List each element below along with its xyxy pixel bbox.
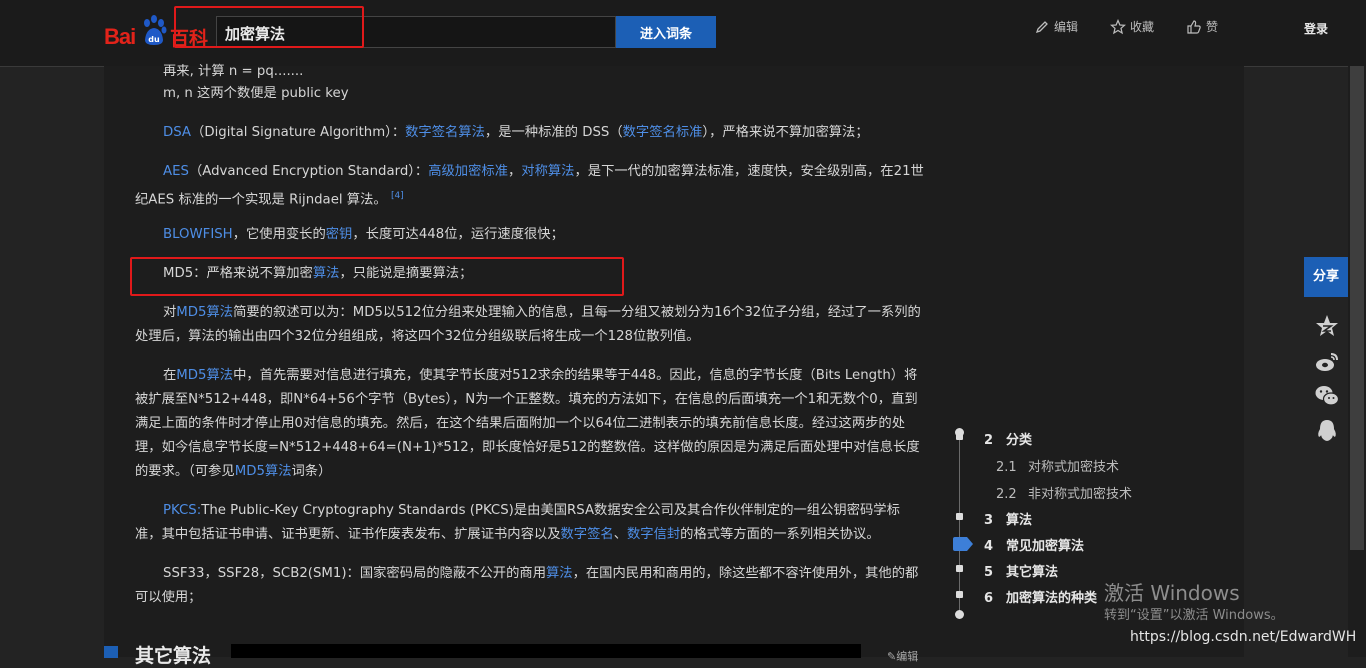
like-action[interactable]: 赞 xyxy=(1186,18,1218,35)
qzone-star-icon[interactable] xyxy=(1314,313,1340,339)
toc-end-dot xyxy=(955,610,964,619)
star-icon xyxy=(1110,18,1126,34)
edit-label: 编辑 xyxy=(1054,20,1079,34)
toc-dot xyxy=(956,433,963,440)
qq-penguin-icon[interactable] xyxy=(1314,418,1340,444)
section-edit-link[interactable]: ✎编辑 xyxy=(887,648,918,664)
toc-item-3[interactable]: 3 算法 xyxy=(984,509,1032,528)
scrollbar-thumb[interactable] xyxy=(1350,66,1364,550)
edit-action[interactable]: 编辑 xyxy=(1034,18,1078,35)
toc-dot xyxy=(956,591,963,598)
favorite-action[interactable]: 收藏 xyxy=(1110,18,1154,35)
enter-entry-button[interactable]: 进入词条 xyxy=(616,16,716,48)
toc-item-5[interactable]: 5 其它算法 xyxy=(984,561,1058,580)
link-digital-envelope[interactable]: 数字信封 xyxy=(627,527,680,542)
toc-item-4[interactable]: 4 常见加密算法 xyxy=(984,535,1084,554)
wechat-icon[interactable] xyxy=(1314,383,1340,409)
paragraph-md5-description: 对MD5算法简要的叙述可以为：MD5以512位分组来处理输入的信息，且每一分组又… xyxy=(135,305,921,344)
paragraph-aes: AES（Advanced Encryption Standard）：高级加密标准… xyxy=(135,164,924,208)
share-button[interactable]: 分享 xyxy=(1304,257,1348,297)
link-digital-signature[interactable]: 数字签名 xyxy=(561,527,614,542)
link-advanced-encryption-standard[interactable]: 高级加密标准 xyxy=(428,164,508,179)
weibo-icon[interactable] xyxy=(1314,349,1340,375)
windows-activation-watermark: 激活 Windows xyxy=(1104,581,1240,605)
paragraph-ssf: SSF33，SSF28，SCB2(SM1)：国家密码局的隐蔽不公开的商用算法，在… xyxy=(135,566,919,605)
toc-track xyxy=(959,432,960,614)
link-algorithm[interactable]: 算法 xyxy=(546,566,573,581)
link-md5-algorithm-ref[interactable]: MD5算法 xyxy=(235,464,292,479)
toc-item-2-2[interactable]: 2.2 非对称式加密技术 xyxy=(996,483,1132,502)
logo-text-bai: Bai xyxy=(104,24,136,49)
toc-item-2-1[interactable]: 2.1 对称式加密技术 xyxy=(996,456,1119,475)
link-dsa[interactable]: DSA xyxy=(163,125,191,140)
svg-text:du: du xyxy=(148,35,160,44)
article-content: 再来, 计算 n = pq....... m, n 这两个数便是 public … xyxy=(104,64,1244,667)
paragraph-pkcs: PKCS:The Public-Key Cryptography Standar… xyxy=(135,503,900,542)
toc-item-6[interactable]: 6 加密算法的种类 xyxy=(984,587,1097,606)
paw-logo-icon: du xyxy=(144,15,167,45)
like-label: 赞 xyxy=(1206,20,1219,34)
toc-dot xyxy=(956,565,963,572)
citation-4[interactable]: [4] xyxy=(391,191,404,201)
csdn-watermark: https://blog.csdn.net/EdwardWH xyxy=(1130,629,1357,645)
highlight-box-search xyxy=(174,6,364,48)
link-symmetric-algorithm[interactable]: 对称算法 xyxy=(521,164,574,179)
link-digital-signature-standard[interactable]: 数字签名标准 xyxy=(623,125,703,140)
paragraph-blowfish: BLOWFISH，它使用变长的密钥，长度可达448位，运行速度很快； xyxy=(163,227,564,242)
favorite-label: 收藏 xyxy=(1130,20,1155,34)
windows-activation-hint: 转到“设置”以激活 Windows。 xyxy=(1104,608,1284,623)
text-line: 再来, 计算 n = pq....... xyxy=(163,64,304,79)
top-header: Bai du 百科 进入词条 编辑 收藏 赞 登录 xyxy=(0,0,1366,67)
paragraph-dsa: DSA（Digital Signature Algorithm）：数字签名算法，… xyxy=(163,125,869,140)
link-key[interactable]: 密钥 xyxy=(326,227,353,242)
paragraph-md5-padding: 在MD5算法中，首先需要对信息进行填充，使其字节长度对512求余的结果等于448… xyxy=(135,368,920,479)
link-digital-signature-algorithm[interactable]: 数字签名算法 xyxy=(405,125,485,140)
highlight-box-md5 xyxy=(130,257,624,296)
text-line: m, n 这两个数便是 public key xyxy=(163,86,349,101)
pencil-icon xyxy=(1035,20,1048,33)
thumbs-up-icon xyxy=(1187,19,1201,34)
toc-item-2[interactable]: 2 分类 xyxy=(984,429,1032,448)
section-title: 其它算法 xyxy=(135,645,212,667)
section-marker xyxy=(104,646,118,658)
link-md5-algorithm[interactable]: MD5算法 xyxy=(176,305,233,320)
link-pkcs[interactable]: PKCS: xyxy=(163,503,201,518)
link-aes[interactable]: AES xyxy=(163,164,189,179)
redacted-bar xyxy=(231,644,861,658)
login-link[interactable]: 登录 xyxy=(1304,20,1328,37)
toc-dot xyxy=(956,513,963,520)
link-md5-algorithm[interactable]: MD5算法 xyxy=(176,368,233,383)
link-blowfish[interactable]: BLOWFISH xyxy=(163,227,233,242)
toc-current-marker-icon xyxy=(953,537,973,551)
